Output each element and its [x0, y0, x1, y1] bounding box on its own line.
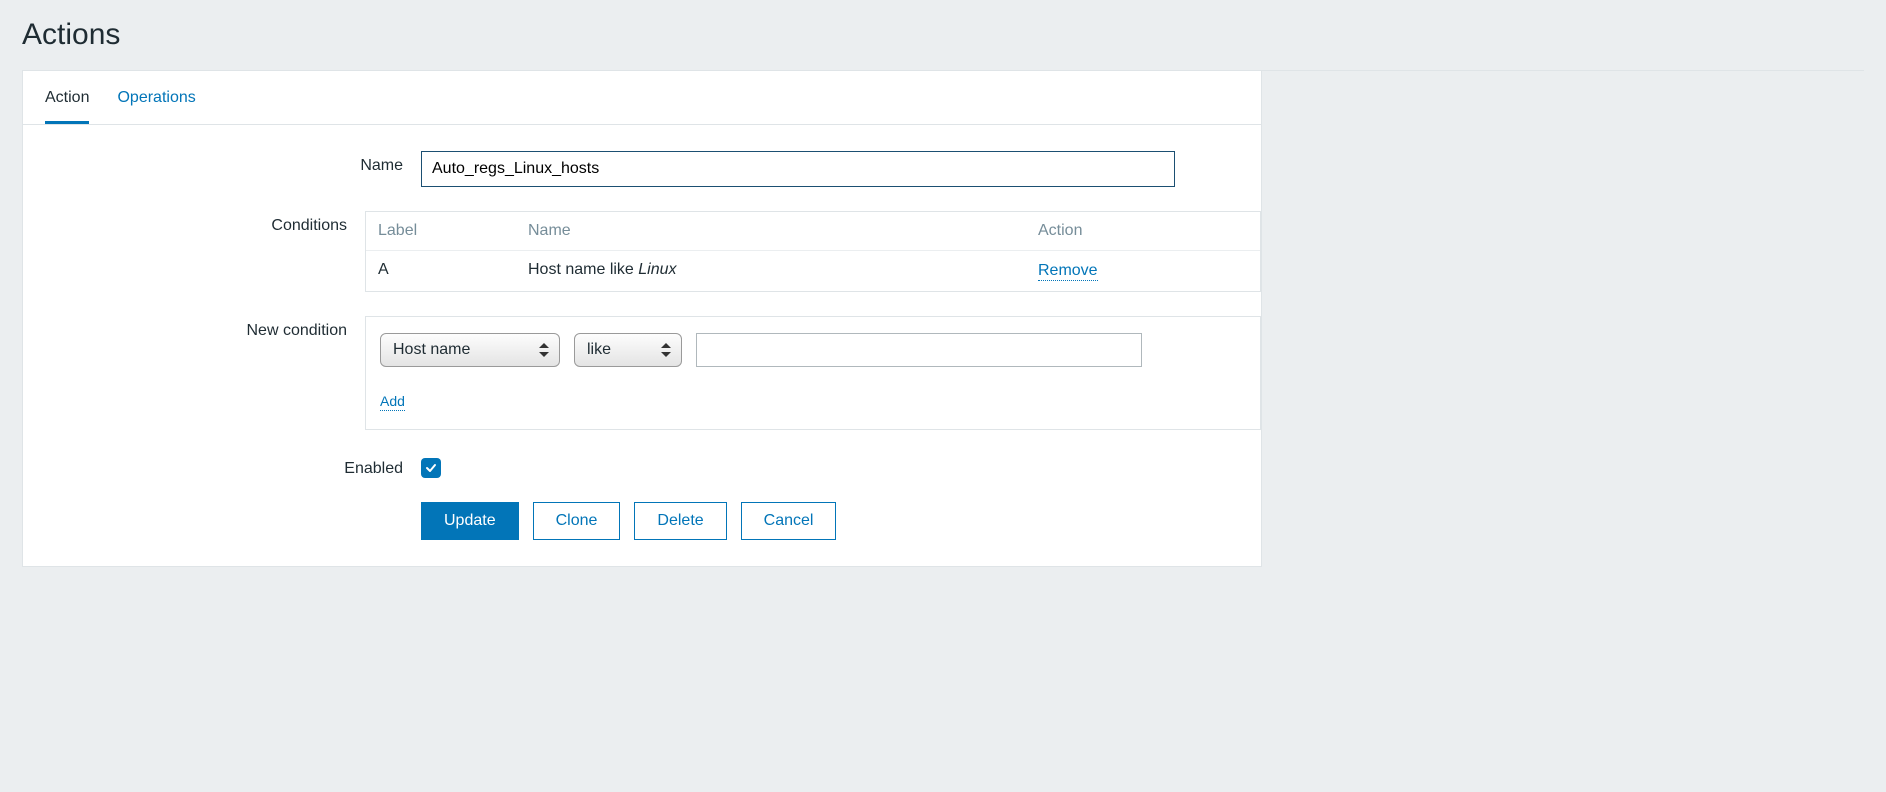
caret-icon [661, 343, 671, 357]
page-title: Actions [22, 18, 1864, 52]
tab-operations[interactable]: Operations [117, 89, 195, 124]
tab-action[interactable]: Action [45, 89, 89, 124]
table-row: A Host name like Linux Remove [366, 251, 1260, 291]
action-form: Name Conditions Label Name Action [23, 125, 1261, 566]
condition-type-select[interactable]: Host name [380, 333, 560, 367]
delete-button[interactable]: Delete [634, 502, 726, 540]
cancel-button[interactable]: Cancel [741, 502, 837, 540]
condition-label: A [378, 261, 528, 281]
conditions-table: Label Name Action A Host name like Linux… [365, 211, 1261, 292]
tabs: Action Operations [23, 71, 1261, 125]
condition-operator-value: like [587, 341, 611, 359]
action-panel: Action Operations Name Conditions Label [22, 71, 1262, 567]
button-row: Update Clone Delete Cancel [421, 502, 836, 540]
new-condition-box: Host name like Add [365, 316, 1261, 430]
conditions-label: Conditions [23, 211, 365, 235]
condition-type-value: Host name [393, 341, 470, 359]
condition-name-em: Linux [638, 261, 676, 278]
condition-name-prefix: Host name like [528, 261, 638, 278]
clone-button[interactable]: Clone [533, 502, 621, 540]
col-header-label: Label [378, 222, 528, 240]
caret-icon [539, 343, 549, 357]
name-label: Name [23, 151, 421, 175]
condition-value-input[interactable] [696, 333, 1142, 367]
condition-name: Host name like Linux [528, 261, 1038, 281]
col-header-name: Name [528, 222, 1038, 240]
col-header-action: Action [1038, 222, 1248, 240]
add-condition-link[interactable]: Add [380, 393, 405, 411]
enabled-label: Enabled [23, 454, 421, 478]
update-button[interactable]: Update [421, 502, 519, 540]
condition-operator-select[interactable]: like [574, 333, 682, 367]
new-condition-label: New condition [23, 316, 365, 340]
conditions-header: Label Name Action [366, 212, 1260, 251]
check-icon [425, 462, 437, 474]
name-input[interactable] [421, 151, 1175, 187]
enabled-checkbox[interactable] [421, 458, 441, 478]
remove-condition-link[interactable]: Remove [1038, 261, 1098, 281]
